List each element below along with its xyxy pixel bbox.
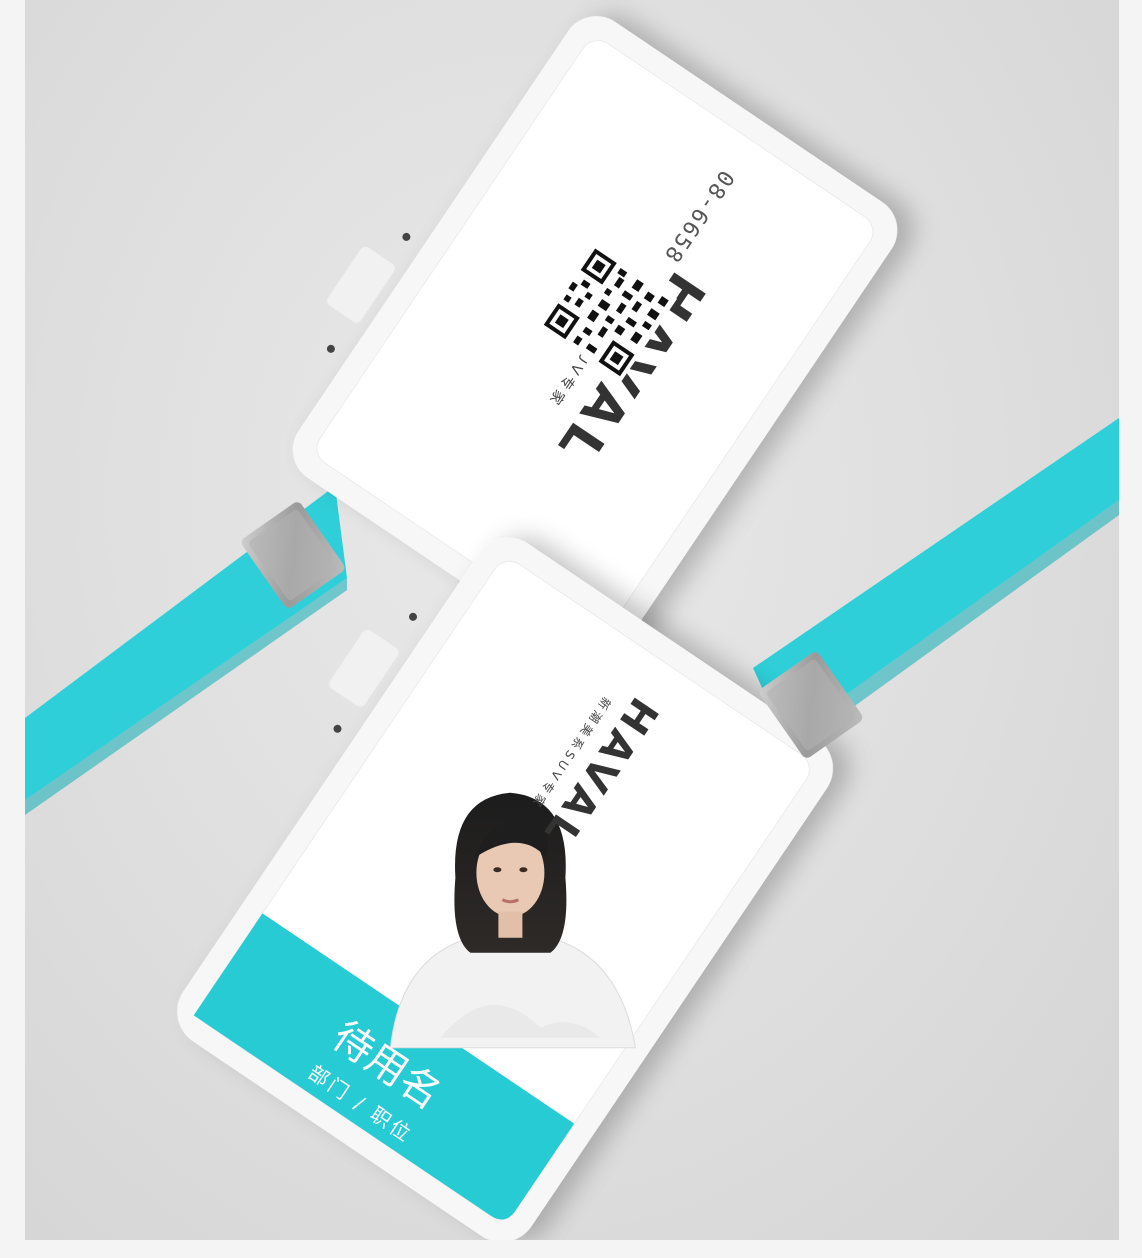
image-frame: HAVAL 新潮美系SUV专家	[0, 0, 1142, 1258]
badge-illustration: HAVAL 新潮美系SUV专家	[25, 16, 1119, 1240]
badge-mockup-scene: HAVAL 新潮美系SUV专家	[25, 0, 1119, 1240]
card-hole-dot	[409, 612, 418, 621]
card-hole-dot	[326, 344, 335, 353]
card-hole-dot	[402, 232, 411, 241]
card-hole-dot	[333, 724, 342, 733]
